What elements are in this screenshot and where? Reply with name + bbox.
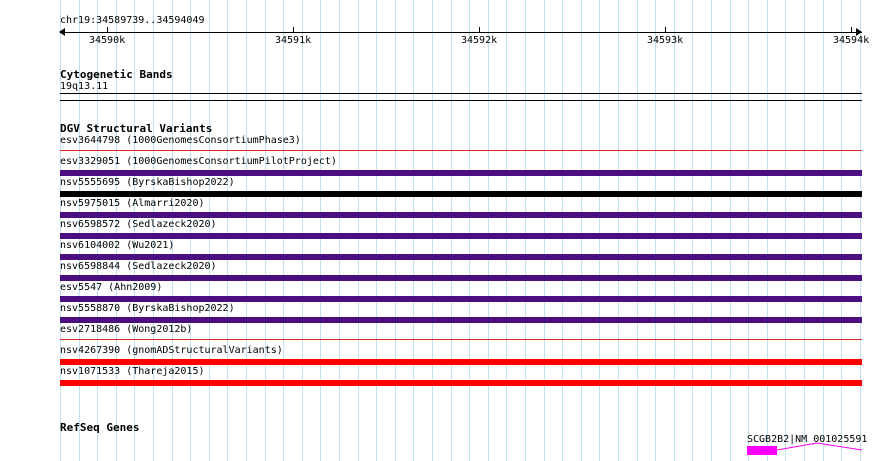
- track-separator: [60, 100, 862, 101]
- dgv-variant-bar[interactable]: [60, 317, 862, 323]
- grid-line: [395, 0, 396, 461]
- grid-line: [506, 0, 507, 461]
- grid-line: [618, 0, 619, 461]
- grid-line: [637, 0, 638, 461]
- dgv-variant-label[interactable]: nsv5975015 (Almarri2020): [60, 198, 205, 210]
- grid-line: [227, 0, 228, 461]
- refseq-track-title: RefSeq Genes: [60, 421, 140, 434]
- grid-line: [823, 0, 824, 461]
- cytoband-band[interactable]: [60, 93, 862, 94]
- ruler-tick: [665, 27, 666, 33]
- dgv-variant-bar[interactable]: [60, 170, 862, 176]
- refseq-gene-exon[interactable]: [747, 446, 777, 455]
- refseq-gene-intron: [777, 442, 862, 451]
- dgv-variant-bar[interactable]: [60, 150, 862, 151]
- grid-line: [376, 0, 377, 461]
- dgv-variant-label[interactable]: esv2718486 (Wong2012b): [60, 324, 192, 336]
- grid-line: [358, 0, 359, 461]
- grid-line: [562, 0, 563, 461]
- grid-line: [785, 0, 786, 461]
- dgv-variant-bar[interactable]: [60, 296, 862, 302]
- grid-line: [711, 0, 712, 461]
- grid-line: [860, 0, 861, 461]
- ruler-tick-label: 34590k: [89, 35, 126, 46]
- grid-line: [692, 0, 693, 461]
- grid-line: [655, 0, 656, 461]
- grid-line: [581, 0, 582, 461]
- grid-line: [525, 0, 526, 461]
- dgv-track-title: DGV Structural Variants: [60, 122, 213, 135]
- ruler-tick-label: 34592k: [461, 35, 498, 46]
- location-label: chr19:34589739..34594049: [60, 15, 205, 26]
- dgv-variant-label[interactable]: nsv5558870 (ByrskaBishop2022): [60, 303, 235, 315]
- grid-line: [804, 0, 805, 461]
- grid-line: [283, 0, 284, 461]
- ruler-tick: [293, 27, 294, 33]
- dgv-variant-bar[interactable]: [60, 339, 862, 340]
- grid-line: [730, 0, 731, 461]
- ruler-tick: [107, 27, 108, 33]
- grid-line: [674, 0, 675, 461]
- grid-line: [748, 0, 749, 461]
- grid-line: [432, 0, 433, 461]
- ruler-axis: [60, 32, 862, 33]
- grid-line: [841, 0, 842, 461]
- ruler-tick: [479, 27, 480, 33]
- ruler-tick-label: 34593k: [647, 35, 684, 46]
- grid-line: [469, 0, 470, 461]
- cytoband-label: 19q13.11: [60, 81, 109, 92]
- grid-line: [339, 0, 340, 461]
- dgv-variant-bar[interactable]: [60, 359, 862, 365]
- ruler-tick-label: 34591k: [275, 35, 312, 46]
- grid-line: [599, 0, 600, 461]
- grid-line: [451, 0, 452, 461]
- grid-line: [265, 0, 266, 461]
- dgv-variant-label[interactable]: nsv4267390 (gnomADStructuralVariants): [60, 345, 283, 357]
- grid-line: [767, 0, 768, 461]
- grid-line: [413, 0, 414, 461]
- dgv-variant-label[interactable]: esv3644798 (1000GenomesConsortiumPhase3): [60, 135, 301, 147]
- cytoband-track-title: Cytogenetic Bands: [60, 68, 173, 81]
- dgv-variant-bar[interactable]: [60, 275, 862, 281]
- ruler-tick-label: 34594k: [833, 35, 870, 46]
- grid-line: [544, 0, 545, 461]
- dgv-variant-bar[interactable]: [60, 254, 862, 260]
- dgv-variant-label[interactable]: esv3329051 (1000GenomesConsortiumPilotPr…: [60, 156, 337, 168]
- ruler-tick: [851, 27, 852, 33]
- dgv-variant-label[interactable]: nsv6598572 (Sedlazeck2020): [60, 219, 217, 231]
- grid-line: [246, 0, 247, 461]
- dgv-variant-bar[interactable]: [60, 380, 862, 386]
- dgv-variant-bar[interactable]: [60, 212, 862, 218]
- dgv-variant-label[interactable]: nsv5555695 (ByrskaBishop2022): [60, 177, 235, 189]
- dgv-variant-label[interactable]: nsv1071533 (Thareja2015): [60, 366, 205, 378]
- grid-line: [488, 0, 489, 461]
- grid-line: [320, 0, 321, 461]
- dgv-variant-label[interactable]: nsv6598844 (Sedlazeck2020): [60, 261, 217, 273]
- dgv-variant-bar[interactable]: [60, 191, 862, 197]
- ruler-left-arrow-icon: [59, 28, 65, 36]
- dgv-variant-label[interactable]: esv5547 (Ahn2009): [60, 282, 162, 294]
- dgv-variant-bar[interactable]: [60, 233, 862, 239]
- grid-line: [302, 0, 303, 461]
- dgv-variant-label[interactable]: nsv6104002 (Wu2021): [60, 240, 174, 252]
